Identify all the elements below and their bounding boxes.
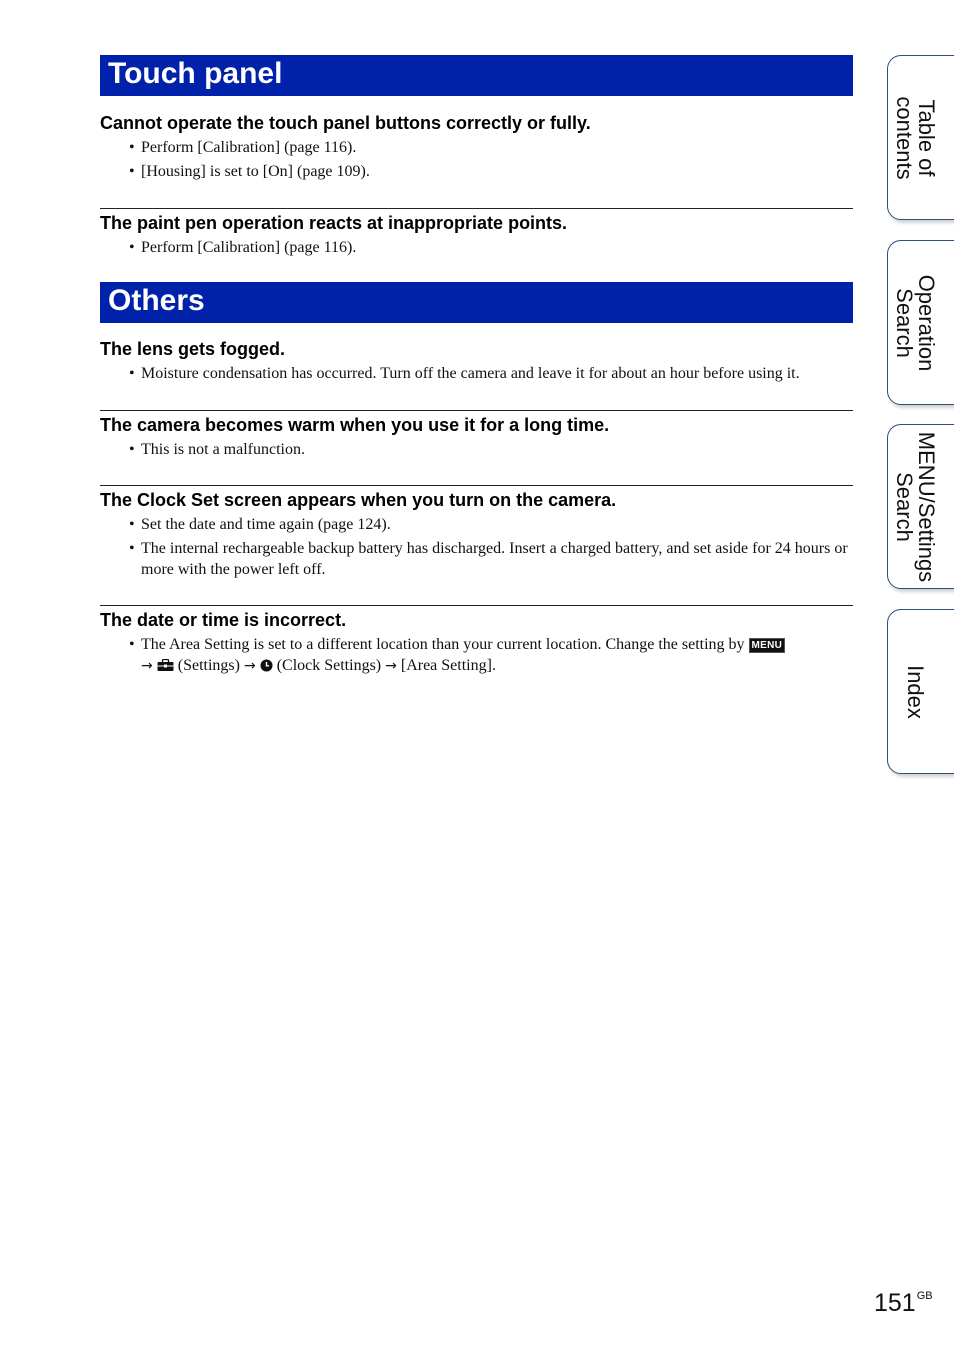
arrow-right-icon: → [385, 658, 397, 674]
page-content: Touch panel Cannot operate the touch pan… [100, 55, 853, 677]
bullet-list: Set the date and time again (page 124). … [100, 514, 853, 580]
topic-title: Cannot operate the touch panel buttons c… [100, 113, 591, 133]
bullet-list: This is not a malfunction. [100, 439, 853, 460]
topic-title: The paint pen operation reacts at inappr… [100, 213, 568, 233]
topic-paint-pen: The paint pen operation reacts at inappr… [100, 208, 853, 258]
topic-title: The lens gets fogged. [100, 339, 286, 359]
topic-clock-set-screen: The Clock Set screen appears when you tu… [100, 485, 853, 580]
tab-label: Operation Search [892, 274, 939, 371]
tab-menu-settings-search[interactable]: MENU/Settings Search [887, 424, 954, 589]
settings-label: (Settings) [173, 657, 244, 674]
bullet-item: Perform [Calibration] (page 116). [129, 137, 853, 158]
tab-index[interactable]: Index [887, 609, 954, 774]
topic-title: The camera becomes warm when you use it … [100, 415, 610, 435]
tab-label: MENU/Settings Search [892, 431, 939, 582]
bullet-text: The Area Setting is set to a different l… [141, 636, 749, 653]
topic-title: The Clock Set screen appears when you tu… [100, 490, 617, 510]
bullet-text: [Area Setting]. [396, 657, 496, 674]
page-number-suffix: GB [916, 1290, 933, 1302]
settings-toolbox-icon [157, 659, 174, 671]
clock-settings-label: (Clock Settings) [272, 657, 386, 674]
bullet-item: The internal rechargeable backup battery… [129, 538, 853, 580]
bullet-item: This is not a malfunction. [129, 439, 853, 460]
tab-label: Table of contents [892, 95, 939, 180]
bullet-item: Perform [Calibration] (page 116). [129, 237, 853, 258]
tab-label: Index [903, 664, 928, 719]
page-number: 151GB [874, 1289, 933, 1318]
page-number-value: 151 [874, 1289, 916, 1317]
tab-operation-search[interactable]: Operation Search [887, 240, 954, 405]
topic-lens-fogged: The lens gets fogged. Moisture condensat… [100, 338, 853, 384]
bullet-list: The Area Setting is set to a different l… [100, 634, 853, 677]
topic-camera-warm: The camera becomes warm when you use it … [100, 410, 853, 460]
menu-button-icon: MENU [748, 638, 786, 653]
section-header-others: Others [100, 282, 853, 323]
bullet-list: Moisture condensation has occurred. Turn… [100, 363, 853, 384]
bullet-item: Moisture condensation has occurred. Turn… [129, 363, 853, 384]
arrow-right-icon: → [243, 658, 256, 674]
bullet-list: Perform [Calibration] (page 116). [100, 237, 853, 258]
bullet-item: The Area Setting is set to a different l… [129, 634, 853, 677]
topic-title: The date or time is incorrect. [100, 610, 347, 630]
topic-touch-panel-buttons: Cannot operate the touch panel buttons c… [100, 112, 853, 182]
bullet-item: [Housing] is set to [On] (page 109). [129, 161, 853, 182]
section-header-touch-panel: Touch panel [100, 55, 853, 96]
topic-date-time-incorrect: The date or time is incorrect. The Area … [100, 605, 853, 677]
clock-icon [260, 659, 273, 672]
arrow-right-icon: → [141, 658, 153, 674]
bullet-list: Perform [Calibration] (page 116). [Housi… [100, 137, 853, 182]
bullet-item: Set the date and time again (page 124). [129, 514, 853, 535]
tab-table-of-contents[interactable]: Table of contents [887, 55, 954, 220]
